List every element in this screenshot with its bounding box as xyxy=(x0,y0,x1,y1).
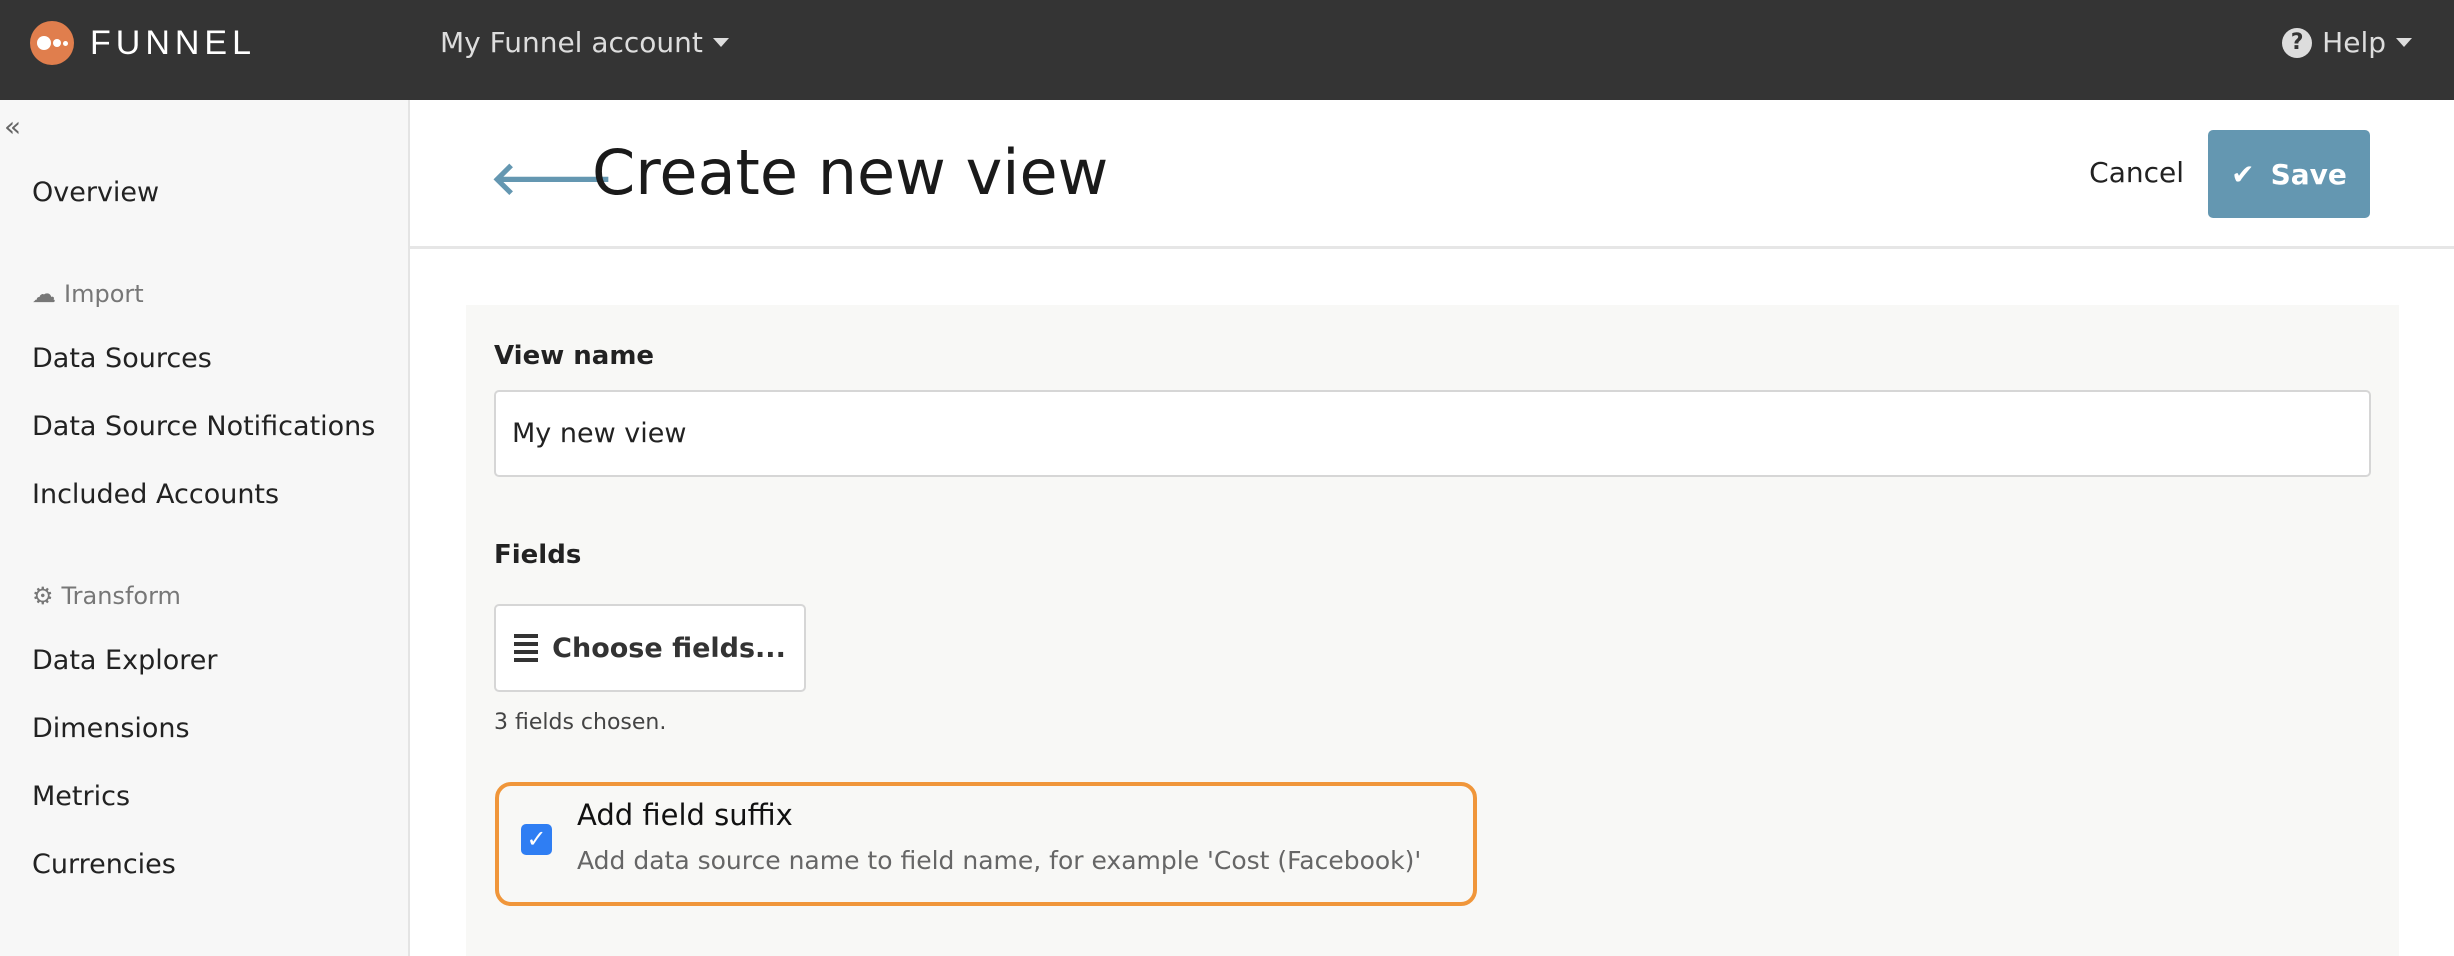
account-name: My Funnel account xyxy=(440,26,703,59)
logo-text: FUNNEL xyxy=(90,23,257,62)
sidebar-item-data-source-notifications[interactable]: Data Source Notifications xyxy=(32,411,375,442)
caret-down-icon xyxy=(712,38,729,47)
page-header: 🡐 Create new view Cancel xyxy=(410,100,2454,249)
field-suffix-description: Add data source name to field name, for … xyxy=(577,846,1422,875)
gear-icon: ⚙ xyxy=(32,582,54,610)
sidebar: « Overview ☁ Import Data Sources Data So… xyxy=(0,100,410,956)
field-suffix-checkbox[interactable]: ✓ xyxy=(521,824,552,855)
view-name-input[interactable] xyxy=(494,390,2371,477)
sidebar-item-currencies[interactable]: Currencies xyxy=(32,849,176,880)
help-label: Help xyxy=(2322,26,2386,59)
sidebar-item-data-sources[interactable]: Data Sources xyxy=(32,343,212,374)
top-nav-bar: FUNNEL My Funnel account ? Help xyxy=(0,0,2454,100)
choose-fields-button[interactable]: Choose fields... xyxy=(494,604,806,692)
sidebar-item-metrics[interactable]: Metrics xyxy=(32,781,130,812)
fields-label: Fields xyxy=(494,540,582,570)
question-circle-icon: ? xyxy=(2282,27,2313,58)
cloud-download-icon: ☁ xyxy=(32,280,56,308)
collapse-sidebar-icon[interactable]: « xyxy=(4,110,21,143)
caret-down-icon xyxy=(2396,38,2412,47)
cancel-button[interactable]: Cancel xyxy=(2089,156,2184,189)
check-icon: ✔ xyxy=(2231,157,2255,191)
account-dropdown[interactable]: My Funnel account xyxy=(440,26,729,59)
sidebar-item-overview[interactable]: Overview xyxy=(32,177,159,208)
save-button[interactable]: ✔ Save xyxy=(2208,130,2370,218)
fields-chosen-count: 3 fields chosen. xyxy=(494,710,667,735)
view-form: View name Fields Choose fields... 3 fiel… xyxy=(466,305,2399,956)
field-suffix-option: ✓ Add field suffix Add data source name … xyxy=(495,782,1477,906)
sidebar-item-data-explorer[interactable]: Data Explorer xyxy=(32,645,217,676)
sidebar-heading-transform: ⚙ Transform xyxy=(32,582,181,610)
funnel-logo[interactable]: FUNNEL xyxy=(30,21,256,65)
sidebar-item-dimensions[interactable]: Dimensions xyxy=(32,713,190,744)
list-icon xyxy=(514,634,539,662)
sidebar-item-included-accounts[interactable]: Included Accounts xyxy=(32,479,279,510)
page-title: Create new view xyxy=(592,136,1109,209)
help-dropdown[interactable]: ? Help xyxy=(2282,26,2412,59)
field-suffix-title: Add field suffix xyxy=(577,798,793,832)
funnel-logo-icon xyxy=(30,21,74,65)
view-name-label: View name xyxy=(494,341,655,371)
sidebar-heading-import: ☁ Import xyxy=(32,280,144,308)
